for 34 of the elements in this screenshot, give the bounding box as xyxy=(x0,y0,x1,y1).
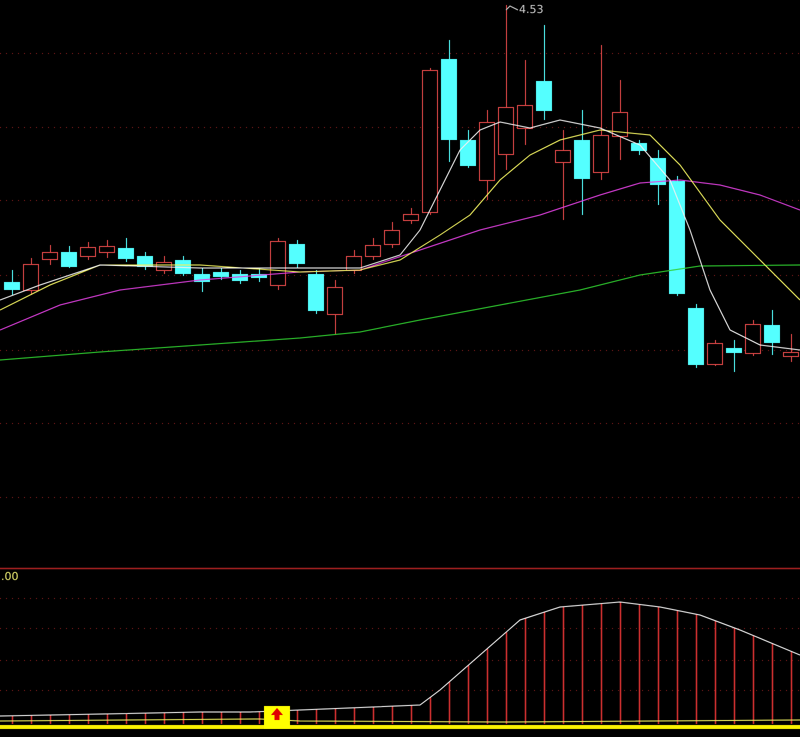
candlestick xyxy=(688,304,704,368)
candlestick xyxy=(251,268,267,282)
up-arrow-signal-icon xyxy=(264,706,290,729)
candlestick xyxy=(707,340,723,366)
candlestick xyxy=(650,150,666,206)
candlestick xyxy=(289,240,305,268)
candlestick xyxy=(213,268,229,280)
candlestick xyxy=(460,130,476,168)
candlestick xyxy=(23,258,39,296)
candlestick xyxy=(631,140,647,156)
high-price-label: 4.53 xyxy=(519,3,544,16)
candlestick xyxy=(232,270,248,284)
candlestick xyxy=(99,240,115,258)
candlestick xyxy=(384,222,400,248)
candlestick xyxy=(346,250,362,274)
candlestick xyxy=(270,238,286,290)
candlestick xyxy=(327,280,343,336)
candlestick xyxy=(42,244,58,266)
candlestick xyxy=(764,310,780,356)
candlestick xyxy=(726,340,742,372)
candlestick xyxy=(4,270,20,296)
high-price-leader-line xyxy=(506,5,518,10)
candlestick xyxy=(61,246,77,268)
candlestick xyxy=(137,252,153,270)
candlestick xyxy=(308,270,324,314)
candlestick xyxy=(118,238,134,262)
candlestick xyxy=(80,242,96,260)
candlestick xyxy=(194,268,210,292)
axis-label: .00 xyxy=(1,570,18,583)
candlestick xyxy=(745,320,761,356)
candlestick xyxy=(365,238,381,260)
candlestick xyxy=(175,256,191,276)
candlestick xyxy=(156,256,172,274)
candlestick xyxy=(403,208,419,224)
